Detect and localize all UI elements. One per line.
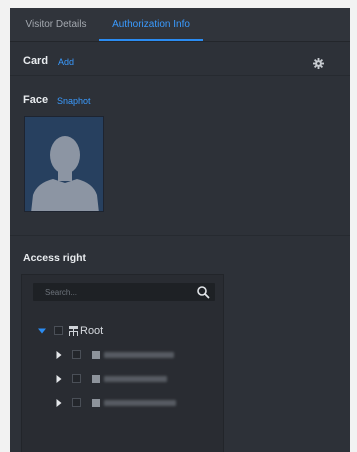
authorization-panel: Visitor Details Authorization Info Card …: [10, 8, 350, 452]
tree-checkbox-device[interactable]: [72, 350, 81, 359]
tree-node-device[interactable]: [22, 372, 222, 386]
tree-checkbox-root[interactable]: [54, 326, 63, 335]
card-section: Card Add: [10, 46, 350, 76]
expand-right-icon[interactable]: [55, 375, 63, 383]
search-input[interactable]: [33, 283, 193, 301]
expand-right-icon[interactable]: [55, 399, 63, 407]
search-box: [33, 283, 215, 301]
access-tree-panel: Root: [21, 274, 224, 452]
tree-node-device[interactable]: [22, 396, 222, 410]
active-tab-indicator: [99, 39, 203, 41]
tab-visitor-details[interactable]: Visitor Details: [12, 8, 100, 42]
device-name-redacted: [104, 376, 167, 382]
access-right-title: Access right: [23, 252, 87, 264]
avatar-silhouette-icon: [25, 117, 103, 211]
expand-right-icon[interactable]: [55, 351, 63, 359]
tree-checkbox-device[interactable]: [72, 374, 81, 383]
face-photo-placeholder[interactable]: [24, 116, 104, 212]
search-icon[interactable]: [196, 285, 210, 299]
device-name-redacted: [104, 352, 174, 358]
device-icon: [92, 399, 100, 407]
device-icon: [92, 375, 100, 383]
tree-node-root[interactable]: Root: [22, 324, 222, 338]
face-label: Face: [23, 94, 49, 106]
device-icon: [92, 351, 100, 359]
tree-node-device[interactable]: [22, 348, 222, 362]
tab-bar: Visitor Details Authorization Info: [10, 8, 350, 42]
device-name-redacted: [104, 400, 176, 406]
gear-icon[interactable]: [313, 58, 324, 69]
tab-authorization-info[interactable]: Authorization Info: [99, 8, 203, 42]
card-label: Card: [23, 55, 49, 67]
tree-root-label: Root: [80, 325, 104, 337]
snapshot-link[interactable]: Snaphot: [57, 96, 91, 106]
tree-checkbox-device[interactable]: [72, 398, 81, 407]
expand-down-icon[interactable]: [38, 327, 46, 335]
face-section: Face Snaphot: [10, 76, 350, 236]
organization-icon: [69, 326, 78, 336]
add-card-link[interactable]: Add: [58, 57, 74, 67]
